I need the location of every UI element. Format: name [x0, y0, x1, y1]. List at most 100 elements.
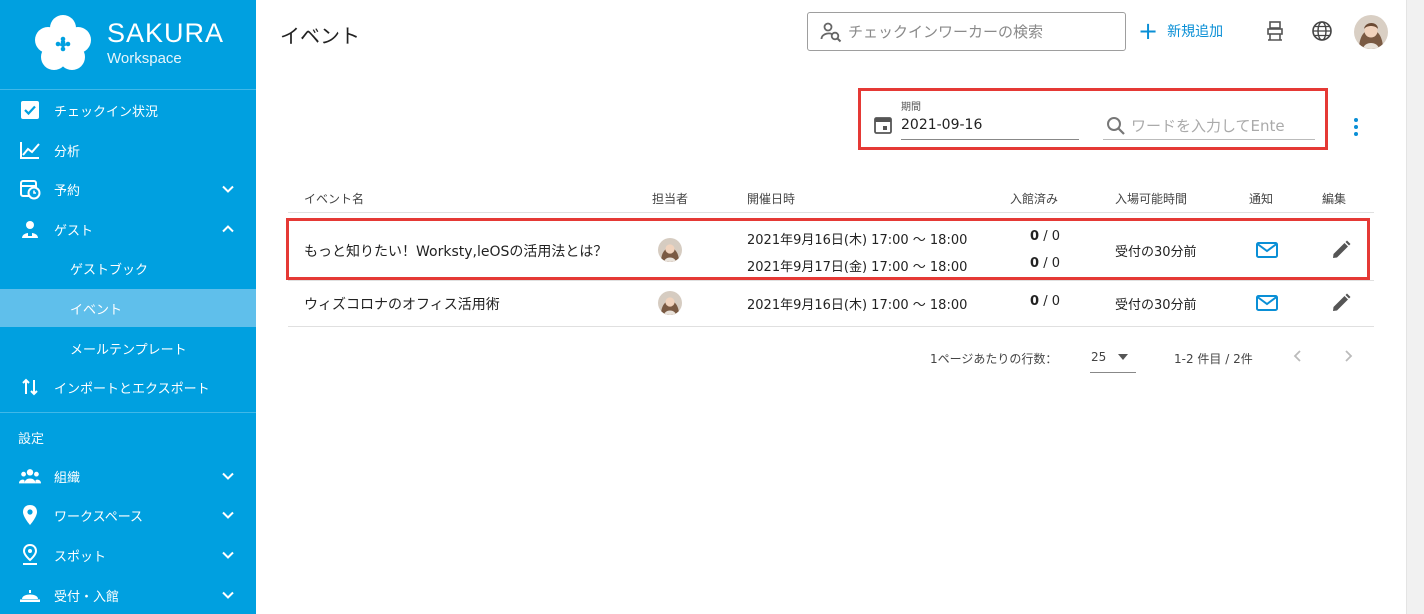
chevron-down-icon[interactable] — [218, 179, 238, 199]
period-underline — [901, 139, 1079, 140]
sidebar-item-label: 組織 — [54, 470, 81, 486]
chevron-up-icon[interactable] — [218, 219, 238, 239]
checked-in-count: 0 / 0 — [1030, 256, 1060, 271]
col-notify: 通知 — [1249, 192, 1274, 206]
sidebar-item-organization[interactable]: 組織 — [0, 457, 256, 495]
edit-pencil-icon[interactable] — [1329, 238, 1353, 262]
scrollbar[interactable] — [1406, 0, 1424, 614]
mail-icon[interactable] — [1255, 238, 1279, 262]
owner-avatar — [658, 238, 682, 262]
chevron-down-icon[interactable] — [218, 505, 238, 525]
spot-pin-icon — [19, 544, 41, 566]
add-new-label: 新規追加 — [1167, 24, 1224, 40]
edit-pencil-icon[interactable] — [1329, 291, 1353, 315]
location-pin-icon — [19, 504, 41, 526]
brand-logo[interactable]: SAKURA Workspace — [0, 0, 256, 90]
brand-name: SAKURA — [107, 18, 225, 48]
settings-section-label: 設定 — [18, 432, 45, 447]
sidebar-item-mail-template[interactable]: メールテンプレート — [0, 329, 256, 367]
sidebar-item-spot[interactable]: スポット — [0, 536, 256, 574]
app: SAKURA Workspace チェックイン状況 分析 予約 ゲスト ゲストブ… — [0, 0, 1424, 614]
col-event-name[interactable]: イベント名 — [304, 190, 364, 207]
checkin-worker-search[interactable] — [807, 12, 1126, 51]
checked-in-value: 0 — [1030, 294, 1040, 309]
rows-per-page-select[interactable]: 25 — [1091, 350, 1106, 364]
period-label: 期間 — [901, 102, 921, 113]
mail-icon[interactable] — [1255, 291, 1279, 315]
sidebar-divider — [0, 412, 256, 413]
sidebar-item-guest[interactable]: ゲスト — [0, 210, 256, 248]
sidebar-item-label: ゲスト — [54, 223, 94, 239]
col-checked-in[interactable]: 入館済み — [1010, 190, 1058, 207]
page-title: イベント — [280, 24, 360, 48]
guest-icon — [19, 218, 41, 240]
people-icon — [19, 465, 41, 487]
prev-page-icon[interactable] — [1290, 348, 1306, 364]
checked-in-count: 0 / 0 — [1030, 229, 1060, 244]
checkbox-icon — [19, 99, 41, 121]
globe-icon[interactable] — [1311, 20, 1333, 42]
sidebar: SAKURA Workspace チェックイン状況 分析 予約 ゲスト ゲストブ… — [0, 0, 256, 614]
chevron-down-icon[interactable] — [218, 585, 238, 605]
chart-line-icon — [19, 139, 41, 161]
checked-in-total: / 0 — [1043, 294, 1060, 309]
more-vert-icon[interactable] — [1348, 116, 1364, 138]
owner-avatar — [658, 291, 682, 315]
next-page-icon[interactable] — [1340, 348, 1356, 364]
col-datetime[interactable]: 開催日時 — [747, 190, 795, 207]
sidebar-item-reception[interactable]: 受付・入館 — [0, 576, 256, 614]
col-entry-time[interactable]: 入場可能時間 — [1115, 190, 1187, 207]
avatar-image — [1354, 15, 1388, 49]
checked-in-total: / 0 — [1043, 229, 1060, 244]
search-input[interactable] — [848, 22, 1108, 41]
sidebar-item-checkin-status[interactable]: チェックイン状況 — [0, 91, 256, 129]
keyword-input[interactable]: ワードを入力してEnte — [1131, 115, 1317, 136]
sidebar-item-label: インポートとエクスポート — [54, 381, 210, 397]
sidebar-item-label: 受付・入館 — [54, 589, 120, 605]
row-divider — [288, 280, 1374, 281]
sidebar-item-label: 予約 — [54, 183, 81, 199]
event-name[interactable]: もっと知りたい！Worksty,leOSの活用法とは？ — [304, 241, 607, 261]
sidebar-item-workspace[interactable]: ワークスペース — [0, 496, 256, 534]
row-divider — [288, 326, 1374, 327]
brand-subtitle: Workspace — [107, 50, 182, 67]
search-icon — [1107, 117, 1125, 135]
user-avatar[interactable] — [1354, 15, 1388, 49]
calendar-icon[interactable] — [873, 115, 893, 135]
checked-in-value: 0 — [1030, 256, 1040, 271]
event-datetime: 2021年9月17日(金) 17:00 〜 18:00 — [747, 260, 968, 275]
chevron-down-icon[interactable] — [218, 466, 238, 486]
sakura-logo-icon — [35, 15, 91, 70]
rows-per-page-underline — [1090, 372, 1136, 373]
sidebar-item-reservation[interactable]: 予約 — [0, 170, 256, 208]
plus-icon: + — [1138, 17, 1159, 45]
dropdown-arrow-icon[interactable] — [1117, 352, 1129, 362]
sidebar-item-label: 分析 — [54, 144, 81, 160]
main-content: イベント + 新規追加 — [256, 0, 1406, 614]
period-date-field[interactable]: 2021-09-16 — [901, 117, 982, 133]
header-divider — [288, 212, 1374, 213]
import-export-icon — [19, 376, 41, 398]
printer-stand-icon[interactable] — [1264, 20, 1286, 42]
sidebar-item-events[interactable]: イベント — [0, 289, 256, 327]
add-new-button[interactable]: + 新規追加 — [1138, 19, 1223, 43]
event-datetime: 2021年9月16日(木) 17:00 〜 18:00 — [747, 298, 968, 313]
page-range: 1-2 件目 / 2件 — [1174, 352, 1253, 366]
sidebar-item-guestbook[interactable]: ゲストブック — [0, 249, 256, 287]
event-name[interactable]: ウィズコロナのオフィス活用術 — [304, 294, 500, 314]
event-datetime: 2021年9月16日(木) 17:00 〜 18:00 — [747, 233, 968, 248]
sidebar-item-label: チェックイン状況 — [54, 104, 159, 120]
chevron-down-icon[interactable] — [218, 545, 238, 565]
col-owner[interactable]: 担当者 — [652, 190, 688, 207]
calendar-clock-icon — [19, 178, 41, 200]
entry-time: 受付の30分前 — [1115, 245, 1197, 260]
person-search-icon — [820, 22, 842, 42]
sidebar-item-analytics[interactable]: 分析 — [0, 131, 256, 169]
filter-highlight-box: 期間 2021-09-16 ワードを入力してEnte — [858, 88, 1328, 150]
checked-in-count: 0 / 0 — [1030, 294, 1060, 309]
sidebar-item-label: ゲストブック — [70, 262, 149, 278]
sidebar-item-label: イベント — [70, 302, 123, 318]
sidebar-item-import-export[interactable]: インポートとエクスポート — [0, 368, 256, 406]
checked-in-value: 0 — [1030, 229, 1040, 244]
sidebar-item-label: スポット — [54, 549, 107, 565]
